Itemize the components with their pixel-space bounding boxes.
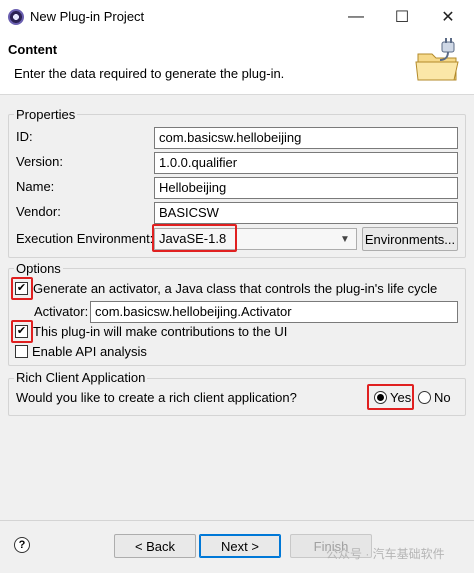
help-icon[interactable]: ?	[14, 537, 30, 553]
version-label: Version:	[16, 154, 63, 169]
chevron-down-icon: ▼	[340, 234, 350, 245]
watermark: 公众号 · 汽车基础软件	[326, 547, 445, 561]
generate-activator-label: Generate an activator, a Java class that…	[33, 281, 438, 296]
version-field[interactable]: 1.0.0.qualifier	[154, 152, 458, 174]
id-field[interactable]: com.basicsw.hellobeijing	[154, 127, 458, 149]
footer-separator	[0, 520, 474, 521]
page-title: Content	[8, 42, 58, 57]
options-legend: Options	[14, 261, 63, 276]
ui-contrib-label: This plug-in will make contributions to …	[33, 324, 288, 339]
highlight-exec-env	[152, 224, 237, 252]
id-label: ID:	[16, 129, 33, 144]
rca-question: Would you like to create a rich client a…	[16, 390, 297, 405]
plugin-folder-icon	[412, 38, 464, 86]
rca-legend: Rich Client Application	[14, 370, 148, 385]
no-radio[interactable]	[418, 391, 431, 404]
no-label: No	[434, 390, 451, 405]
back-button-label: < Back	[134, 538, 176, 554]
maximize-button[interactable]: ☐	[380, 0, 424, 34]
page-description: Enter the data required to generate the …	[14, 66, 285, 81]
properties-legend: Properties	[14, 107, 78, 122]
minimize-button[interactable]: —	[334, 0, 378, 34]
exec-env-label: Execution Environment:	[16, 231, 154, 246]
highlight-ui-checkbox	[11, 320, 33, 343]
api-analysis-checkbox[interactable]	[15, 345, 28, 358]
api-analysis-label: Enable API analysis	[32, 344, 147, 359]
next-button[interactable]: Next >	[199, 534, 281, 558]
name-field[interactable]: Hellobeijing	[154, 177, 458, 199]
highlight-yes-radio	[367, 384, 414, 410]
wizard-header	[0, 34, 474, 95]
back-button[interactable]: < Back	[114, 534, 196, 558]
eclipse-icon	[8, 9, 24, 25]
close-icon: ✕	[441, 9, 455, 26]
activator-field[interactable]: com.basicsw.hellobeijing.Activator	[90, 301, 458, 323]
vendor-label: Vendor:	[16, 204, 61, 219]
environments-button[interactable]: Environments...	[362, 227, 458, 251]
window-title: New Plug-in Project	[30, 9, 145, 24]
vendor-field[interactable]: BASICSW	[154, 202, 458, 224]
environments-button-label: Environments...	[364, 231, 456, 247]
name-label: Name:	[16, 179, 55, 194]
close-button[interactable]: ✕	[426, 0, 470, 34]
maximize-icon: ☐	[394, 9, 410, 26]
minimize-icon: —	[348, 8, 364, 25]
activator-label: Activator:	[34, 304, 89, 319]
next-button-label: Next >	[221, 538, 259, 554]
highlight-activator-checkbox	[11, 277, 33, 300]
